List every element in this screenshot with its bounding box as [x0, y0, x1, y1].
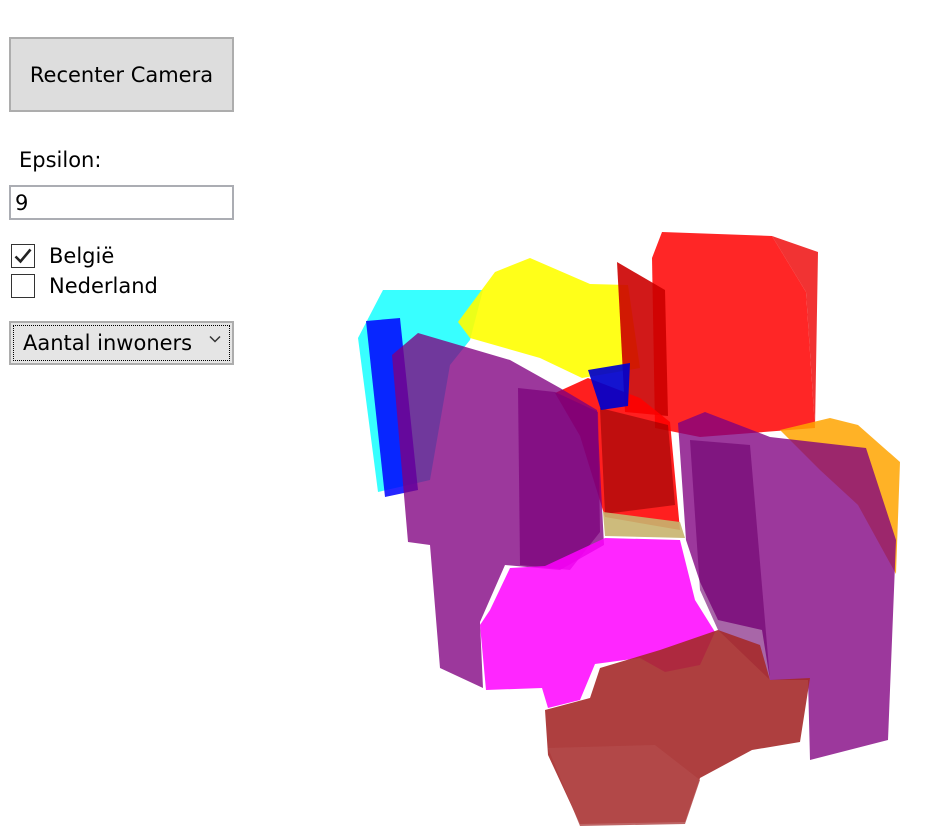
region-cyan-face — [358, 290, 483, 492]
region-yellow-face — [458, 258, 640, 378]
metric-selected-value: Aantal inwoners — [23, 331, 193, 355]
region-brown-lower — [548, 745, 700, 826]
region-red-front — [555, 378, 680, 530]
region-purple-right-face — [678, 412, 896, 760]
metric-dropdown-focus: Aantal inwoners — [13, 325, 230, 361]
app-window: Recenter Camera Epsilon: België Nederlan… — [0, 0, 947, 828]
region-red-face-right — [772, 236, 818, 428]
checkmark-icon — [14, 248, 32, 264]
region-red-face-side — [617, 262, 668, 416]
checkbox-row-nederland[interactable]: Nederland — [11, 274, 158, 298]
region-purple-left-face — [392, 333, 604, 688]
region-magenta-face — [480, 538, 715, 708]
epsilon-input[interactable] — [9, 185, 234, 220]
metric-dropdown[interactable]: Aantal inwoners — [9, 321, 234, 365]
3d-viewport[interactable] — [0, 0, 947, 828]
nederland-label: Nederland — [49, 274, 158, 298]
recenter-camera-button[interactable]: Recenter Camera — [9, 37, 234, 112]
region-red-face-back — [652, 232, 815, 437]
checkbox-row-belgie[interactable]: België — [11, 244, 114, 268]
epsilon-label: Epsilon: — [19, 148, 102, 172]
region-brown-face — [545, 630, 810, 824]
region-orange-face — [780, 418, 900, 574]
chevron-down-icon — [209, 335, 221, 343]
region-purple-right-inner — [690, 440, 770, 680]
region-blue-box — [588, 363, 630, 410]
belgie-label: België — [49, 244, 115, 268]
region-blue-slab — [366, 318, 418, 497]
belgie-checkbox[interactable] — [11, 244, 35, 268]
region-purple-left-inner — [518, 388, 600, 570]
nederland-checkbox[interactable] — [11, 274, 35, 298]
region-red-inner-shadow — [600, 408, 675, 514]
region-tan-patch — [603, 512, 685, 538]
